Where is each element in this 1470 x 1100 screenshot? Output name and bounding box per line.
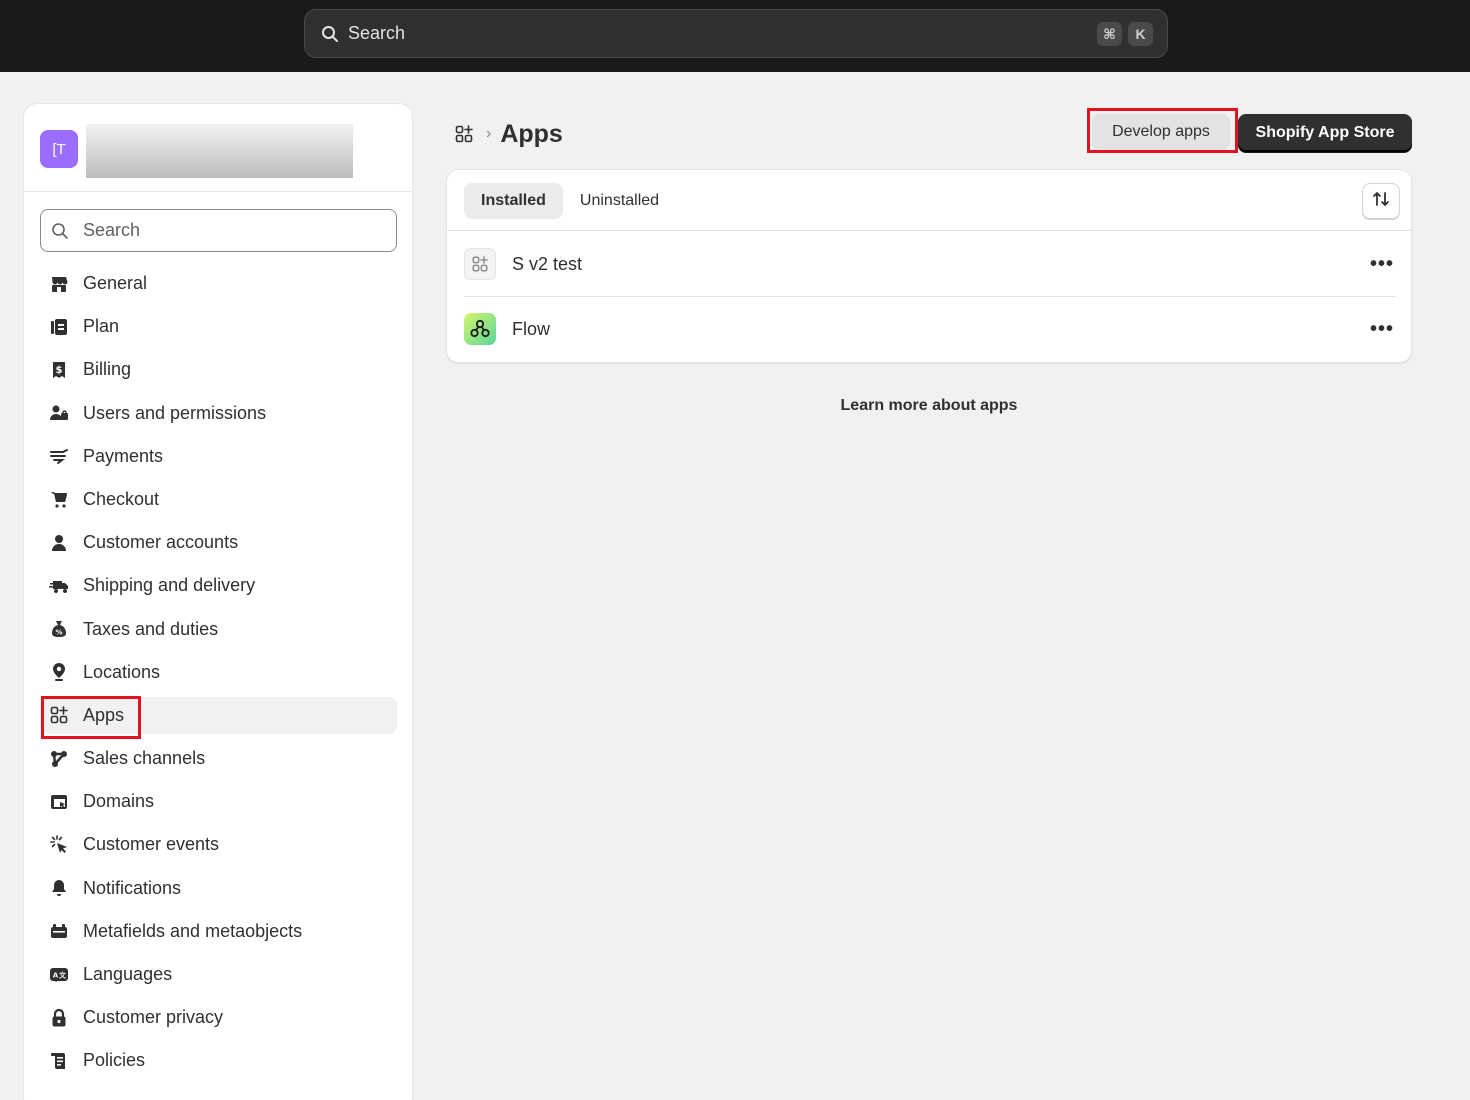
sidebar-item-users-and-permissions[interactable]: Users and permissions [40,395,397,432]
page-title: Apps [500,119,563,148]
sidebar-item-label: Sales channels [83,748,206,769]
bell-icon [49,878,69,898]
lock-icon [49,1008,69,1028]
cursor-click-icon [49,835,69,855]
shortcut-cmd-key: ⌘ [1097,22,1122,46]
location-pin-icon [49,662,69,682]
apps-icon [464,248,496,280]
truck-icon [49,576,69,596]
channels-icon [49,749,69,769]
learn-more-link[interactable]: Learn more about apps [446,397,1412,415]
sidebar-item-label: Shipping and delivery [83,575,256,596]
store-name-redacted [86,124,353,178]
sidebar-item-label: Languages [83,964,173,984]
hand-money-icon [49,446,69,466]
top-bar: Search ⌘ K [0,0,1470,72]
global-search-placeholder: Search [348,23,406,43]
more-actions-button[interactable]: ••• [1368,318,1396,341]
apps-card: Installed Uninstalled S v2 test ••• Flow… [446,169,1412,363]
sidebar-item-label: Checkout [83,488,160,509]
store-avatar: [T [40,130,78,168]
sidebar-item-checkout[interactable]: Checkout [40,481,397,518]
sidebar-item-customer-accounts[interactable]: Customer accounts [40,524,397,561]
app-name: Flow [512,318,551,339]
sidebar-item-general[interactable]: General [40,265,397,302]
sidebar-item-label: Billing [83,359,132,380]
store-icon [49,274,69,294]
apps-nav-highlight [41,696,141,739]
plan-icon [49,317,69,337]
money-bag-icon: % [49,619,69,639]
policy-icon [49,1051,69,1071]
store-header[interactable]: [T [24,104,412,192]
chevron-right-icon: › [486,125,492,142]
settings-nav: General Plan $ Billing Users and permiss… [40,265,397,1086]
sidebar-item-languages[interactable]: A文 Languages [40,956,397,993]
sidebar-item-label: Locations [83,661,161,682]
cart-icon [49,489,69,509]
svg-text:文: 文 [59,970,67,979]
divider [464,296,1396,297]
sidebar-item-metafields-and-metaobjects[interactable]: Metafields and metaobjects [40,913,397,950]
shopify-app-store-button[interactable]: Shopify App Store [1238,114,1412,152]
sidebar-item-label: Customer accounts [83,532,239,553]
domains-icon [49,792,69,812]
list-item[interactable]: Flow ••• [464,308,1396,350]
sidebar-item-label: Payments [83,445,164,466]
sidebar-item-payments[interactable]: Payments [40,438,397,475]
svg-text:%: % [55,629,62,637]
metafields-icon [49,921,69,941]
shortcut-k-key: K [1128,22,1153,46]
sidebar-item-customer-events[interactable]: Customer events [40,826,397,863]
sort-icon [1371,189,1391,214]
search-icon [51,222,69,240]
flow-icon [464,313,496,345]
settings-search-input[interactable]: Search [40,209,397,252]
settings-search-placeholder: Search [83,220,141,240]
app-name: S v2 test [512,253,583,274]
sidebar-item-taxes-and-duties[interactable]: % Taxes and duties [40,611,397,648]
sidebar-item-label: Plan [83,316,120,337]
settings-sidebar: [T Search General Plan $ Billing Users a… [23,103,413,1100]
list-item[interactable]: S v2 test ••• [464,243,1396,285]
sidebar-item-label: Users and permissions [83,402,267,423]
sort-button[interactable] [1362,183,1400,219]
users-icon [49,403,69,423]
sidebar-item-label: Notifications [83,877,182,898]
more-actions-button[interactable]: ••• [1368,253,1396,276]
svg-text:$: $ [56,365,63,376]
global-search-input[interactable]: Search ⌘ K [304,9,1168,58]
sidebar-item-label: General [83,273,148,293]
sidebar-item-shipping-and-delivery[interactable]: Shipping and delivery [40,567,397,604]
sidebar-item-plan[interactable]: Plan [40,308,397,345]
sidebar-item-label: Domains [83,791,155,812]
translate-icon: A文 [49,965,69,985]
sidebar-item-domains[interactable]: Domains [40,783,397,820]
sidebar-item-label: Taxes and duties [83,618,219,639]
person-icon [49,533,69,553]
sidebar-item-notifications[interactable]: Notifications [40,870,397,907]
sidebar-item-customer-privacy[interactable]: Customer privacy [40,999,397,1036]
svg-text:A: A [53,971,59,979]
tab-installed[interactable]: Installed [464,183,563,219]
sidebar-item-label: Metafields and metaobjects [83,920,303,941]
tab-uninstalled[interactable]: Uninstalled [563,183,676,219]
sidebar-item-policies[interactable]: Policies [40,1042,397,1079]
develop-apps-highlight [1087,108,1238,153]
sidebar-item-locations[interactable]: Locations [40,654,397,691]
apps-icon[interactable] [454,124,474,144]
receipt-icon: $ [49,360,69,380]
breadcrumb: › Apps [454,116,563,152]
divider [447,230,1411,231]
sidebar-item-label: Customer privacy [83,1007,224,1028]
sidebar-item-label: Customer events [83,834,220,855]
sidebar-item-label: Policies [83,1050,146,1071]
sidebar-item-sales-channels[interactable]: Sales channels [40,740,397,777]
sidebar-item-billing[interactable]: $ Billing [40,351,397,388]
search-icon [321,25,339,43]
apps-tabs: Installed Uninstalled [464,183,676,219]
